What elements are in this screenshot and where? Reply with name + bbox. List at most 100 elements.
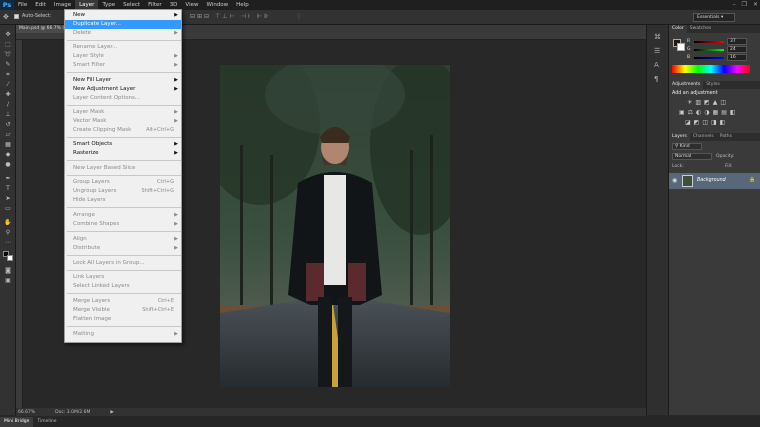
move-tool-icon[interactable]: ✥ bbox=[3, 13, 9, 21]
adjustment-icons-row-3[interactable]: ◪◩◫◨◧ bbox=[685, 119, 728, 126]
quick-select-icon[interactable]: ✎ bbox=[3, 61, 13, 68]
background-color-swatch[interactable] bbox=[7, 255, 13, 261]
blur-icon[interactable]: ◆ bbox=[3, 151, 13, 158]
move-icon[interactable]: ✥ bbox=[3, 31, 13, 38]
menu-item-duplicate-layer[interactable]: Duplicate Layer... bbox=[65, 20, 181, 29]
g-slider[interactable] bbox=[694, 49, 724, 51]
menu-item-rename-layer[interactable]: Rename Layer... bbox=[65, 43, 181, 52]
menu-item-hide-layers[interactable]: Hide Layers bbox=[65, 196, 181, 205]
menu-item-arrange[interactable]: Arrange ▶ bbox=[65, 211, 181, 220]
lasso-icon[interactable]: ➰ bbox=[3, 51, 13, 58]
tab-mini-bridge[interactable]: Mini Bridge bbox=[0, 417, 34, 427]
menu-item-flatten-image[interactable]: Flatten Image bbox=[65, 315, 181, 324]
menu-item-smart-objects[interactable]: Smart Objects ▶ bbox=[65, 140, 181, 149]
tab-color[interactable]: Color bbox=[669, 25, 687, 33]
eyedropper-icon[interactable]: ⁄ bbox=[3, 81, 13, 88]
menu-item-new-fill-layer[interactable]: New Fill Layer ▶ bbox=[65, 76, 181, 85]
menu-item-group-layers[interactable]: Group Layers Ctrl+G bbox=[65, 178, 181, 187]
background-swatch[interactable] bbox=[677, 43, 685, 51]
workspace-select[interactable]: Essentials ▾ bbox=[693, 13, 735, 22]
document-image[interactable] bbox=[220, 65, 450, 387]
tab-layers[interactable]: Layers bbox=[669, 133, 690, 141]
collapsed-panels-strip: ⌘ ☰ A ¶ bbox=[646, 25, 668, 415]
menu-item-rasterize[interactable]: Rasterize ▶ bbox=[65, 149, 181, 158]
pen-icon[interactable]: ✒ bbox=[3, 175, 13, 182]
quick-mask-icon[interactable]: ◙ bbox=[3, 267, 13, 274]
menu-item-select-linked-layers[interactable]: Select Linked Layers bbox=[65, 282, 181, 291]
history-icon[interactable]: ⌘ bbox=[654, 33, 661, 41]
adjustment-icons-row-1[interactable]: ☀▥◩▲◫ bbox=[687, 99, 729, 106]
eye-icon[interactable]: ◉ bbox=[672, 177, 677, 184]
color-spectrum-bar[interactable] bbox=[672, 65, 750, 73]
menu-item-merge-visible[interactable]: Merge Visible Shift+Ctrl+E bbox=[65, 306, 181, 315]
more-icon[interactable]: ⋯ bbox=[3, 239, 13, 246]
menu-window[interactable]: Window bbox=[202, 0, 232, 10]
r-slider[interactable] bbox=[694, 41, 724, 43]
type-icon[interactable]: T bbox=[3, 185, 13, 192]
eraser-icon[interactable]: ▱ bbox=[3, 131, 13, 138]
menu-item-distribute[interactable]: Distribute ▶ bbox=[65, 244, 181, 253]
menu-item-align[interactable]: Align ▶ bbox=[65, 235, 181, 244]
healing-icon[interactable]: ✚ bbox=[3, 91, 13, 98]
menu-file[interactable]: File bbox=[14, 0, 31, 10]
close-icon[interactable]: ✕ bbox=[753, 1, 758, 8]
menu-item-new-adjustment-layer[interactable]: New Adjustment Layer ▶ bbox=[65, 85, 181, 94]
status-menu-arrow-icon[interactable]: ▶ bbox=[110, 410, 113, 415]
menu-edit[interactable]: Edit bbox=[31, 0, 50, 10]
zoom-icon[interactable]: ⚲ bbox=[3, 229, 13, 236]
r-value-field[interactable]: 37 bbox=[727, 38, 747, 45]
adjustment-icons-row-2[interactable]: ▣⚖◐◑▦▤◧ bbox=[679, 109, 739, 116]
tab-swatches[interactable]: Swatches bbox=[687, 25, 715, 33]
path-select-icon[interactable]: ➤ bbox=[3, 195, 13, 202]
g-value-field[interactable]: 24 bbox=[727, 46, 747, 53]
minimize-icon[interactable]: – bbox=[733, 1, 736, 8]
stamp-icon[interactable]: ⊥ bbox=[3, 111, 13, 118]
zoom-level[interactable]: 66.67% bbox=[18, 410, 35, 415]
gradient-icon[interactable]: ▦ bbox=[3, 141, 13, 148]
menu-item-vector-mask[interactable]: Vector Mask ▶ bbox=[65, 117, 181, 126]
menu-item-new[interactable]: New ▶ bbox=[65, 11, 181, 20]
menu-item-new-layer-based-slice[interactable]: New Layer Based Slice bbox=[65, 164, 181, 173]
blend-mode-select[interactable]: Normal bbox=[672, 153, 712, 160]
menu-item-delete[interactable]: Delete ▶ bbox=[65, 29, 181, 38]
menu-item-ungroup-layers[interactable]: Ungroup Layers Shift+Ctrl+G bbox=[65, 187, 181, 196]
tab-channels[interactable]: Channels bbox=[690, 133, 717, 141]
properties-icon[interactable]: ☰ bbox=[654, 47, 660, 55]
menu-item-create-clipping-mask[interactable]: Create Clipping Mask Alt+Ctrl+G bbox=[65, 126, 181, 135]
menu-item-link-layers[interactable]: Link Layers bbox=[65, 273, 181, 282]
layer-name[interactable]: Background bbox=[697, 178, 726, 183]
hand-icon[interactable]: ✋ bbox=[3, 219, 13, 226]
character-icon[interactable]: A bbox=[654, 61, 659, 69]
shape-icon[interactable]: ▭ bbox=[3, 205, 13, 212]
dodge-icon[interactable]: ● bbox=[3, 161, 13, 168]
menu-item-matting[interactable]: Matting ▶ bbox=[65, 330, 181, 339]
tab-styles[interactable]: Styles bbox=[703, 81, 723, 89]
screen-mode-icon[interactable]: ▣ bbox=[3, 277, 13, 284]
paragraph-icon[interactable]: ¶ bbox=[654, 75, 658, 83]
distribute-icon[interactable]: ⋮ bbox=[296, 13, 302, 20]
menu-item-merge-layers[interactable]: Merge Layers Ctrl+E bbox=[65, 297, 181, 306]
b-slider[interactable] bbox=[694, 57, 724, 59]
menu-item-layer-mask[interactable]: Layer Mask ▶ bbox=[65, 108, 181, 117]
tab-timeline[interactable]: Timeline bbox=[33, 417, 60, 427]
tab-paths[interactable]: Paths bbox=[717, 133, 735, 141]
history-brush-icon[interactable]: ↺ bbox=[3, 121, 13, 128]
crop-icon[interactable]: ⌗ bbox=[3, 71, 13, 78]
menu-item-combine-shapes[interactable]: Combine Shapes ▶ bbox=[65, 220, 181, 229]
menu-item-smart-filter[interactable]: Smart Filter ▶ bbox=[65, 61, 181, 70]
menu-view[interactable]: View bbox=[181, 0, 202, 10]
auto-select-checkbox[interactable] bbox=[14, 14, 19, 19]
menu-help[interactable]: Help bbox=[232, 0, 253, 10]
menu-item-lock-all-layers[interactable]: Lock All Layers in Group... bbox=[65, 259, 181, 268]
marquee-icon[interactable]: ⬚ bbox=[3, 41, 13, 48]
menu-item-layer-style[interactable]: Layer Style ▶ bbox=[65, 52, 181, 61]
layer-row-background[interactable]: ◉ Background 🔒 bbox=[669, 173, 760, 189]
document-tab[interactable]: Main.psd @ 66.7% (R... bbox=[16, 25, 64, 33]
tab-adjustments[interactable]: Adjustments bbox=[669, 81, 704, 89]
menu-item-layer-content-options[interactable]: Layer Content Options... bbox=[65, 94, 181, 103]
b-value-field[interactable]: 16 bbox=[727, 54, 747, 61]
brush-icon[interactable]: ∕ bbox=[3, 101, 13, 108]
restore-icon[interactable]: ❐ bbox=[742, 1, 747, 8]
align-icons[interactable]: ⊟⊞⊟ ⊤⊥⊢ ⊣⊦ ⊩⊪ bbox=[190, 13, 271, 20]
layer-filter-select[interactable]: ⚲ Kind bbox=[672, 143, 702, 150]
